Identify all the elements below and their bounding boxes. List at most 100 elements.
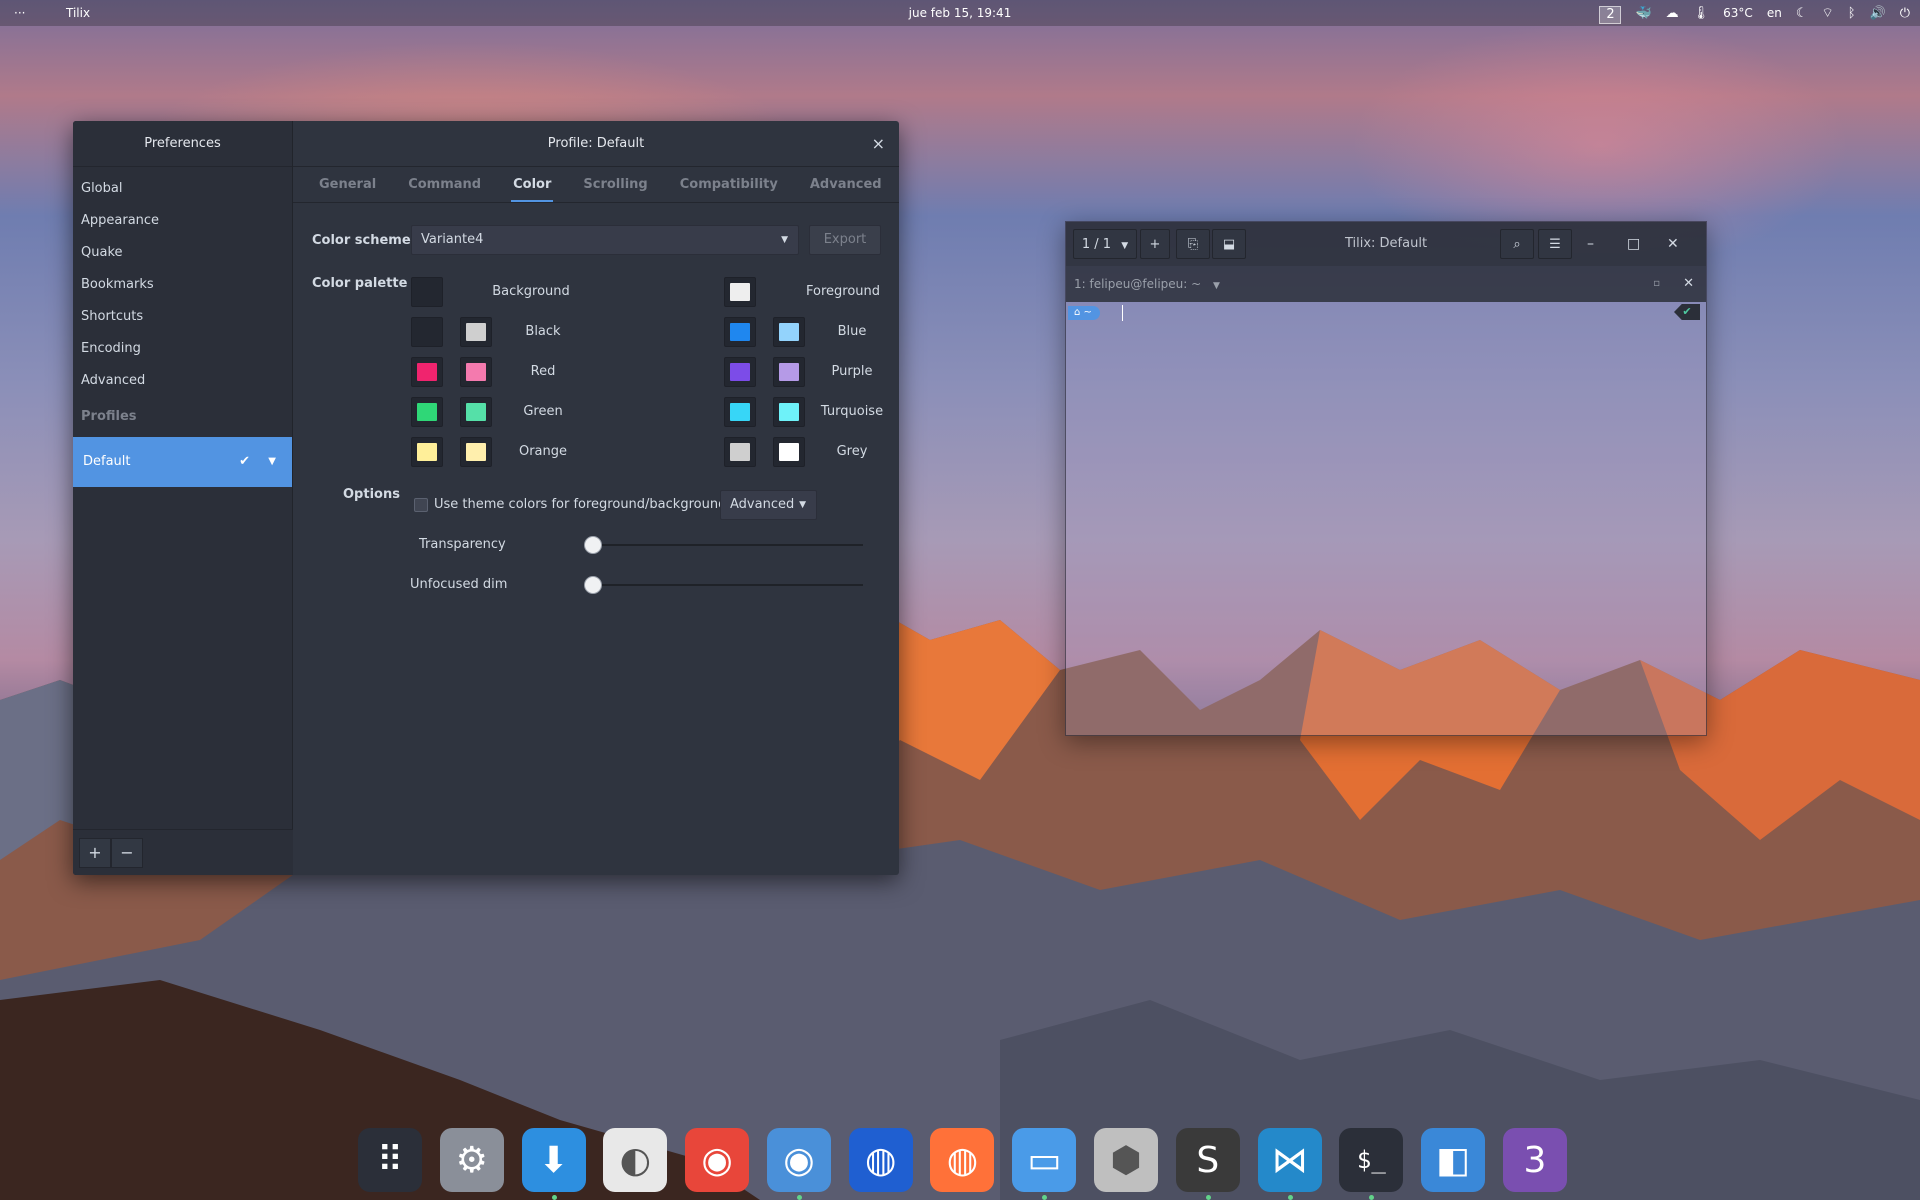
dock-item-app-grid[interactable]: ⠿: [358, 1128, 422, 1192]
maximize-terminal-icon[interactable]: ▫: [1653, 266, 1660, 302]
dock-item-firefox-dev[interactable]: ◍: [848, 1128, 913, 1192]
menu-button[interactable]: ☰: [1538, 229, 1572, 259]
dock-item-firefox[interactable]: ◍: [930, 1128, 995, 1192]
weather-icon[interactable]: ☁: [1666, 6, 1679, 21]
tab-scrolling[interactable]: Scrolling: [567, 167, 663, 202]
tab-advanced[interactable]: Advanced: [794, 167, 898, 202]
sidebar-item-encoding[interactable]: Encoding: [73, 333, 292, 365]
chevron-down-icon[interactable]: ▼: [1213, 281, 1220, 291]
add-profile-button[interactable]: +: [79, 838, 111, 868]
split-right-button[interactable]: ⎘: [1176, 229, 1210, 259]
advanced-options-select[interactable]: Advanced ▼: [720, 490, 817, 520]
purple-label: Purple: [831, 364, 873, 379]
dock-item-terminal[interactable]: $_: [1339, 1128, 1404, 1200]
red-bright-swatch[interactable]: [460, 357, 492, 387]
sidebar-item-shortcuts[interactable]: Shortcuts: [73, 301, 292, 333]
dock-item-tweaks[interactable]: ◐: [603, 1128, 668, 1192]
dock-item-dock-app[interactable]: ⬢: [1094, 1128, 1159, 1192]
export-button[interactable]: Export: [809, 225, 881, 255]
foreground-color-swatch[interactable]: [724, 277, 756, 307]
chevron-down-icon[interactable]: ▼: [268, 437, 276, 487]
sidebar-item-quake[interactable]: Quake: [73, 237, 292, 269]
dock-item-app-3[interactable]: 3: [1502, 1128, 1567, 1192]
language-indicator[interactable]: en: [1767, 6, 1782, 20]
transparency-slider-knob[interactable]: [584, 536, 602, 554]
color-scheme-select[interactable]: Variante4 ▼: [411, 225, 799, 255]
tab-general[interactable]: General: [303, 167, 392, 202]
close-icon[interactable]: ×: [872, 121, 885, 167]
green-normal-swatch[interactable]: [411, 397, 443, 427]
docker-icon[interactable]: 🐳: [1635, 6, 1651, 21]
dock-item-vscode[interactable]: ⋈: [1257, 1128, 1322, 1200]
home-icon: ⌂: [1074, 307, 1081, 318]
transparency-slider[interactable]: [593, 544, 863, 546]
sidebar-item-global[interactable]: Global: [73, 173, 292, 205]
blue-normal-fill: [730, 323, 750, 341]
maximize-button[interactable]: □: [1627, 222, 1640, 266]
terminal-content[interactable]: ⌂ ~ ✔: [1066, 302, 1706, 735]
tab-compatibility[interactable]: Compatibility: [664, 167, 794, 202]
purple-bright-swatch[interactable]: [773, 357, 805, 387]
turquoise-normal-swatch[interactable]: [724, 397, 756, 427]
power-icon[interactable]: ⏻: [1900, 6, 1910, 21]
dock-item-downloader[interactable]: ⬇: [521, 1128, 586, 1200]
green-label: Green: [523, 404, 563, 419]
bluetooth-icon[interactable]: ᛒ: [1848, 6, 1856, 21]
profile-item-default[interactable]: Default ✔ ▼: [73, 437, 292, 487]
purple-normal-swatch[interactable]: [724, 357, 756, 387]
dock-item-sublime[interactable]: S: [1175, 1128, 1240, 1200]
status-ok-icon: ✔: [1674, 304, 1700, 320]
black-bright-swatch[interactable]: [460, 317, 492, 347]
blue-bright-swatch[interactable]: [773, 317, 805, 347]
red-normal-swatch[interactable]: [411, 357, 443, 387]
activities-dots[interactable]: ···: [14, 0, 25, 26]
unfocused-dim-slider-knob[interactable]: [584, 576, 602, 594]
search-button[interactable]: ⌕: [1500, 229, 1534, 259]
app-grid-icon: ⠿: [376, 1139, 404, 1181]
session-counter: 1 / 1: [1081, 237, 1112, 252]
terminal-tab-title[interactable]: 1: felipeu@felipeu: ~: [1074, 277, 1201, 291]
sidebar-item-bookmarks[interactable]: Bookmarks: [73, 269, 292, 301]
close-terminal-icon[interactable]: ✕: [1683, 266, 1694, 302]
orange-bright-swatch[interactable]: [460, 437, 492, 467]
app-menu[interactable]: Tilix: [66, 0, 90, 26]
green-bright-swatch[interactable]: [460, 397, 492, 427]
dock-item-settings[interactable]: ⚙: [439, 1128, 504, 1192]
background-color-swatch[interactable]: [411, 277, 443, 307]
sublime-icon: S: [1196, 1139, 1220, 1181]
blue-normal-swatch[interactable]: [724, 317, 756, 347]
grey-bright-swatch[interactable]: [773, 437, 805, 467]
night-light-icon[interactable]: ☾: [1796, 6, 1808, 21]
turquoise-bright-swatch[interactable]: [773, 397, 805, 427]
running-indicator: [1287, 1195, 1293, 1200]
clock-label[interactable]: jue feb 15, 19:41: [909, 6, 1012, 20]
remove-profile-button[interactable]: −: [111, 838, 143, 868]
tab-command[interactable]: Command: [392, 167, 497, 202]
workspace-indicator[interactable]: 2: [1599, 6, 1622, 24]
theme-colors-label[interactable]: Use theme colors for foreground/backgrou…: [434, 497, 726, 512]
unfocused-dim-slider[interactable]: [593, 584, 863, 586]
running-indicator: [551, 1195, 557, 1200]
dock-app-icon: ⬢: [1110, 1139, 1142, 1181]
dock-item-chromium[interactable]: ◉: [766, 1128, 831, 1200]
tab-color[interactable]: Color: [497, 167, 567, 202]
wifi-icon[interactable]: ⌔: [1821, 5, 1833, 21]
temperature-label[interactable]: 63°C: [1723, 6, 1753, 20]
black-normal-swatch[interactable]: [411, 317, 443, 347]
add-session-button[interactable]: +: [1140, 229, 1170, 259]
grey-normal-swatch[interactable]: [724, 437, 756, 467]
app-3-icon: 3: [1523, 1139, 1547, 1181]
close-window-button[interactable]: ✕: [1667, 222, 1679, 266]
volume-icon[interactable]: 🔊: [1870, 6, 1886, 21]
session-switcher-button[interactable]: 1 / 1 ▼: [1073, 229, 1137, 259]
orange-normal-swatch[interactable]: [411, 437, 443, 467]
theme-colors-checkbox[interactable]: [414, 498, 428, 512]
dock-item-files[interactable]: ▭: [1012, 1128, 1077, 1200]
sidebar-item-advanced[interactable]: Advanced: [73, 365, 292, 397]
minimize-button[interactable]: –: [1587, 222, 1594, 266]
dock-item-chrome[interactable]: ◉: [685, 1128, 750, 1192]
hamburger-icon: ☰: [1549, 237, 1561, 252]
dock-item-boxes[interactable]: ◧: [1421, 1128, 1486, 1192]
split-down-button[interactable]: ⬓: [1212, 229, 1246, 259]
sidebar-item-appearance[interactable]: Appearance: [73, 205, 292, 237]
